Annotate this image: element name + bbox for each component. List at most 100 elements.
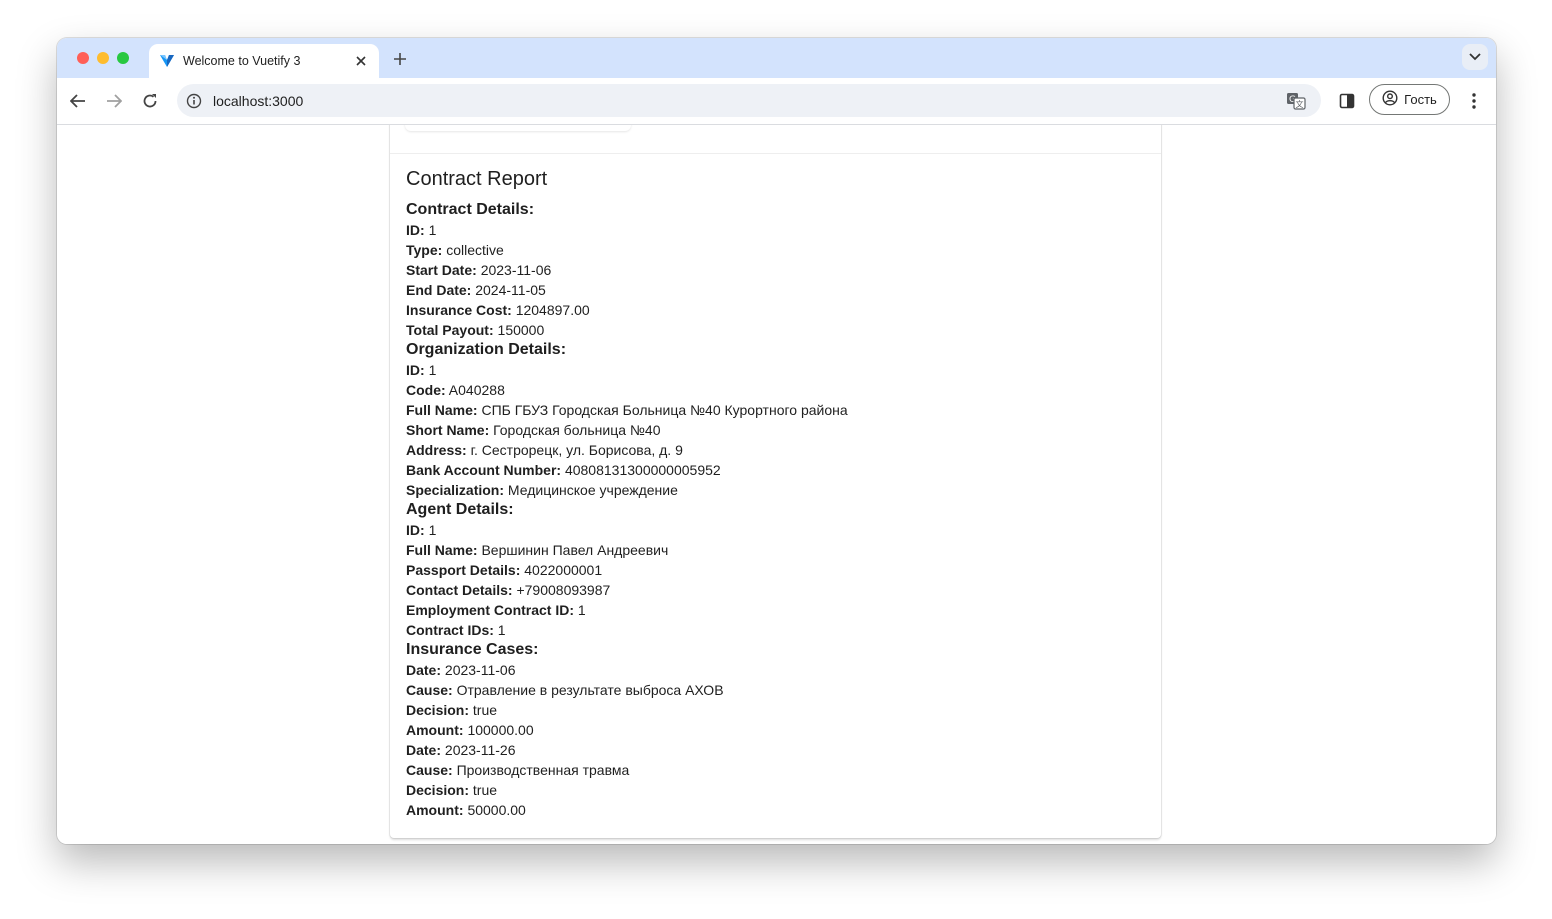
field-value: Вершинин Павел Андреевич — [481, 542, 669, 558]
field-label: Insurance Cost: — [406, 302, 512, 318]
profile-label: Гость — [1404, 92, 1437, 107]
cases-field-row: Decision: true — [406, 780, 1145, 800]
field-value: 150000 — [497, 322, 545, 338]
tab-title: Welcome to Vuetify 3 — [183, 54, 301, 68]
field-label: ID: — [406, 522, 425, 538]
field-value: collective — [446, 242, 504, 258]
card-top-row — [390, 125, 1161, 154]
url-text[interactable]: localhost:3000 — [213, 93, 1285, 109]
contract-field-row: Total Payout: 150000 — [406, 320, 1145, 340]
organization-field-row: Full Name: СПБ ГБУЗ Городская Больница №… — [406, 400, 1145, 420]
cases-field-row: Cause: Отравление в результате выброса А… — [406, 680, 1145, 700]
report-card: Contract Report Contract Details: ID: 1T… — [390, 125, 1161, 838]
field-value: 2024-11-05 — [475, 282, 546, 298]
field-value: 1 — [497, 622, 506, 638]
field-label: Date: — [406, 742, 442, 758]
field-label: Employment Contract ID: — [406, 602, 575, 618]
field-label: Total Payout: — [406, 322, 494, 338]
field-label: Full Name: — [406, 542, 478, 558]
field-value: A040288 — [448, 382, 505, 398]
agent-field-row: ID: 1 — [406, 520, 1145, 540]
field-value: 2023-11-06 — [444, 662, 516, 678]
contract-field-row: Type: collective — [406, 240, 1145, 260]
contract-field-row: ID: 1 — [406, 220, 1145, 240]
field-value: 40808131300000005952 — [564, 462, 721, 478]
account-circle-icon — [1382, 90, 1398, 109]
contract-details-heading: Contract Details: — [406, 201, 535, 218]
field-label: Amount: — [406, 722, 464, 738]
cases-field-row: Cause: Производственная травма — [406, 760, 1145, 780]
close-window-button[interactable] — [77, 52, 89, 64]
vuetify-logo-icon — [159, 53, 175, 69]
insurance-cases-heading: Insurance Cases: — [406, 641, 539, 658]
address-bar[interactable]: localhost:3000 G 文 — [177, 84, 1321, 117]
field-label: Type: — [406, 242, 443, 258]
tab-search-chevron-down-icon[interactable] — [1462, 44, 1488, 70]
profile-button[interactable]: Гость — [1369, 84, 1450, 115]
organization-details-heading: Organization Details: — [406, 341, 567, 358]
field-label: Start Date: — [406, 262, 477, 278]
cases-field-row: Amount: 50000.00 — [406, 800, 1145, 820]
field-value: 4022000001 — [524, 562, 603, 578]
organization-field-row: Short Name: Городская больница №40 — [406, 420, 1145, 440]
browser-toolbar: localhost:3000 G 文 Гость — [57, 78, 1496, 125]
field-value: 1 — [428, 522, 437, 538]
agent-field-row: Employment Contract ID: 1 — [406, 600, 1145, 620]
more-vertical-icon[interactable] — [1462, 89, 1486, 113]
back-arrow-icon[interactable] — [66, 89, 90, 113]
field-label: Passport Details: — [406, 562, 521, 578]
translate-icon[interactable]: G 文 — [1285, 90, 1307, 112]
report-body: Contract Report Contract Details: ID: 1T… — [406, 166, 1145, 820]
field-value: Медицинское учреждение — [507, 482, 678, 498]
tab-close-icon[interactable] — [351, 51, 371, 71]
field-value: 1 — [428, 222, 437, 238]
field-value: г. Сестрорецк, ул. Борисова, д. 9 — [470, 442, 683, 458]
field-label: Cause: — [406, 762, 453, 778]
agent-field-row: Contact Details: +79008093987 — [406, 580, 1145, 600]
field-label: Bank Account Number: — [406, 462, 562, 478]
scrolled-button-edge[interactable] — [405, 125, 631, 131]
reload-icon[interactable] — [138, 89, 162, 113]
field-value: 2023-11-06 — [480, 262, 552, 278]
insurance-cases-list: Date: 2023-11-06 Cause: Отравление в резу… — [406, 660, 1145, 820]
contract-field-row: Insurance Cost: 1204897.00 — [406, 300, 1145, 320]
field-label: Short Name: — [406, 422, 490, 438]
new-tab-icon[interactable] — [389, 48, 411, 70]
field-label: Cause: — [406, 682, 453, 698]
field-value: Городская больница №40 — [493, 422, 661, 438]
field-label: Address: — [406, 442, 467, 458]
field-value: true — [472, 702, 498, 718]
field-value: 2023-11-26 — [444, 742, 516, 758]
field-value: 1 — [577, 602, 586, 618]
field-label: Specialization: — [406, 482, 505, 498]
organization-field-row: Bank Account Number: 4080813130000000595… — [406, 460, 1145, 480]
field-label: Contact Details: — [406, 582, 513, 598]
field-value: 1204897.00 — [515, 302, 590, 318]
organization-field-row: Specialization: Медицинское учреждение — [406, 480, 1145, 500]
agent-details-list: ID: 1 Full Name: Вершинин Павел Андреевич… — [406, 520, 1145, 640]
field-label: Decision: — [406, 702, 470, 718]
minimize-window-button[interactable] — [97, 52, 109, 64]
field-label: Decision: — [406, 782, 470, 798]
cases-field-row: Date: 2023-11-06 — [406, 660, 1145, 680]
field-label: ID: — [406, 222, 425, 238]
field-label: Amount: — [406, 802, 464, 818]
field-value: true — [472, 782, 498, 798]
organization-details-list: ID: 1 Code: A040288 Full Name: СПБ ГБУЗ Го… — [406, 360, 1145, 500]
maximize-window-button[interactable] — [117, 52, 129, 64]
svg-text:文: 文 — [1296, 99, 1304, 109]
forward-arrow-icon[interactable] — [102, 89, 126, 113]
organization-field-row: ID: 1 — [406, 360, 1145, 380]
cases-field-row: Decision: true — [406, 700, 1145, 720]
field-label: Code: — [406, 382, 446, 398]
page-viewport: Contract Report Contract Details: ID: 1T… — [57, 125, 1496, 844]
agent-field-row: Full Name: Вершинин Павел Андреевич — [406, 540, 1145, 560]
site-info-icon[interactable] — [185, 92, 203, 110]
field-label: Contract IDs: — [406, 622, 494, 638]
field-label: End Date: — [406, 282, 472, 298]
field-value: +79008093987 — [516, 582, 611, 598]
tab-active[interactable]: Welcome to Vuetify 3 — [149, 44, 379, 78]
tab-strip: Welcome to Vuetify 3 — [57, 38, 1496, 78]
field-value: 1 — [428, 362, 437, 378]
side-panel-icon[interactable] — [1335, 89, 1359, 113]
